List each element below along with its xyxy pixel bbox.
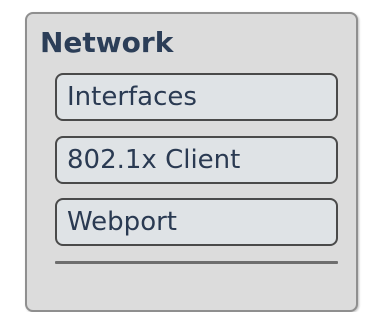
nav-item-interfaces[interactable]: Interfaces (55, 73, 338, 121)
panel-title: Network (40, 26, 174, 59)
panel-divider (55, 261, 338, 264)
nav-item-webport[interactable]: Webport (55, 198, 338, 246)
network-panel: Network Interfaces 802.1x Client Webport (25, 12, 358, 312)
nav-item-8021x-client[interactable]: 802.1x Client (55, 136, 338, 184)
